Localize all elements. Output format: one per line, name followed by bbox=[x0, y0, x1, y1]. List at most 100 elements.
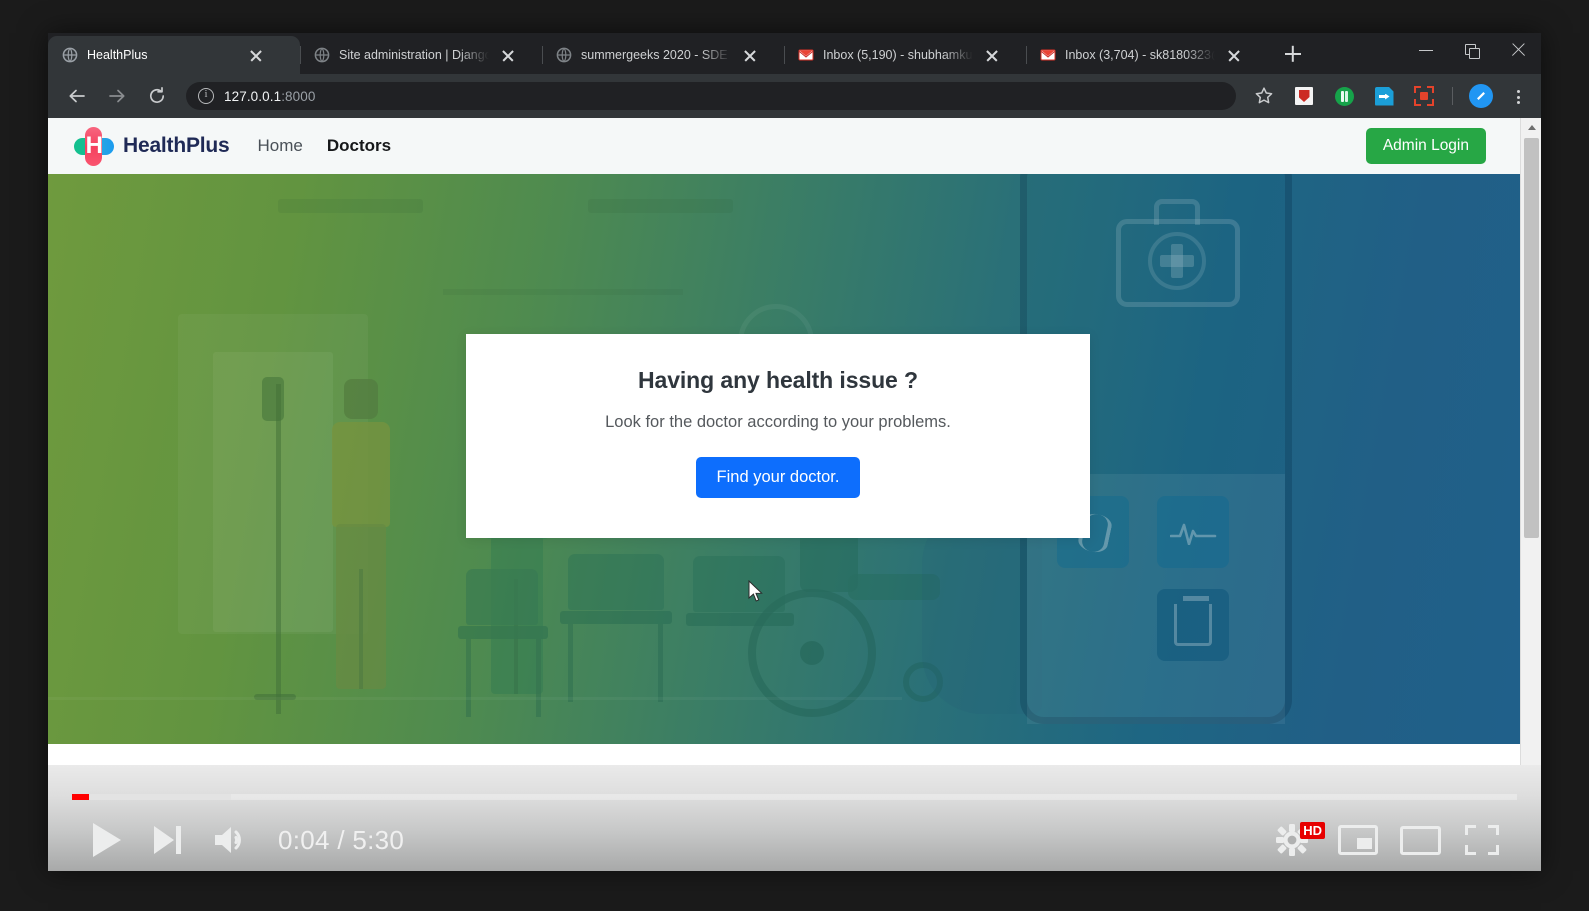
fullscreen-icon[interactable] bbox=[1451, 815, 1513, 865]
url-host: 127.0.0.1 bbox=[224, 88, 282, 104]
window-controls bbox=[1403, 33, 1541, 74]
tab-close-icon[interactable] bbox=[981, 44, 1003, 66]
video-buffered-bar bbox=[72, 794, 231, 800]
address-bar[interactable]: 127.0.0.1:8000 bbox=[186, 82, 1236, 110]
waiting-chair-leg bbox=[466, 639, 471, 717]
waiting-chair-leg bbox=[568, 624, 573, 702]
browser-tab-gmail-sk8180323[interactable]: Inbox (3,704) - sk8180323@ bbox=[1026, 36, 1268, 74]
theater-mode-icon[interactable] bbox=[1389, 815, 1451, 865]
blue-doc-extension-icon[interactable] bbox=[1369, 81, 1399, 111]
profile-avatar[interactable] bbox=[1466, 81, 1496, 111]
web-page-content: H HealthPlus Home Doctors Admin Login Ha… bbox=[48, 118, 1520, 871]
tab-title: Site administration | Django bbox=[339, 48, 489, 62]
player-left-controls: 0:04 / 5:30 bbox=[72, 815, 404, 865]
ublock-extension-icon[interactable] bbox=[1289, 81, 1319, 111]
tab-title: summergeeks 2020 - SDE A bbox=[581, 48, 731, 62]
video-progress-bar[interactable] bbox=[72, 794, 1517, 800]
close-window-button[interactable] bbox=[1495, 33, 1541, 67]
reload-icon[interactable] bbox=[142, 81, 172, 111]
microscope-icon bbox=[1173, 596, 1212, 646]
browser-toolbar: 127.0.0.1:8000 bbox=[48, 74, 1541, 118]
site-navbar: H HealthPlus Home Doctors Admin Login bbox=[48, 118, 1520, 174]
waiting-chair-back bbox=[568, 554, 664, 610]
tab-close-icon[interactable] bbox=[245, 44, 267, 66]
info-circle-icon[interactable] bbox=[198, 88, 214, 104]
waiting-chair-seat bbox=[560, 611, 672, 624]
back-icon[interactable] bbox=[62, 81, 92, 111]
browser-tab-gmail-shubhamku[interactable]: Inbox (5,190) - shubhamku bbox=[784, 36, 1026, 74]
wall-frame bbox=[443, 289, 683, 295]
tab-close-icon[interactable] bbox=[1223, 44, 1245, 66]
heartbeat-icon bbox=[1169, 519, 1218, 545]
nav-links: Home Doctors bbox=[258, 136, 416, 156]
gmail-icon bbox=[1040, 49, 1056, 61]
page-scrollbar[interactable] bbox=[1520, 118, 1541, 871]
admin-login-button[interactable]: Admin Login bbox=[1365, 128, 1486, 164]
chrome-menu-icon[interactable] bbox=[1505, 81, 1531, 111]
tab-title: HealthPlus bbox=[87, 48, 148, 62]
waiting-chair-back bbox=[466, 569, 538, 625]
desktop-background: HealthPlus Site administration | Django … bbox=[0, 0, 1589, 911]
scrollbar-thumb[interactable] bbox=[1524, 138, 1539, 538]
new-tab-button[interactable] bbox=[1276, 37, 1310, 71]
browser-tab-summergeeks[interactable]: summergeeks 2020 - SDE A bbox=[542, 36, 784, 74]
video-player-controls: 0:04 / 5:30 HD bbox=[48, 765, 1541, 871]
quality-badge: HD bbox=[1300, 822, 1325, 839]
restore-icon-front bbox=[1468, 47, 1480, 59]
url-text: 127.0.0.1:8000 bbox=[224, 89, 316, 104]
iv-stand-pole bbox=[276, 384, 281, 714]
onepassword-extension-icon[interactable] bbox=[1329, 81, 1359, 111]
toolbar-divider bbox=[1452, 87, 1453, 105]
patient-leg-split bbox=[359, 569, 363, 689]
browser-tab-healthplus[interactable]: HealthPlus bbox=[48, 36, 300, 74]
tab-strip: HealthPlus Site administration | Django … bbox=[48, 33, 1541, 74]
bookmark-star-icon[interactable] bbox=[1249, 81, 1279, 111]
miniplayer-icon[interactable] bbox=[1327, 815, 1389, 865]
tab-close-icon[interactable] bbox=[739, 44, 761, 66]
chrome-browser-window: HealthPlus Site administration | Django … bbox=[48, 33, 1541, 871]
nav-link-doctors[interactable]: Doctors bbox=[327, 136, 391, 156]
hero-banner: Having any health issue ? Look for the d… bbox=[48, 174, 1520, 744]
globe-icon bbox=[314, 47, 330, 63]
tab-title: Inbox (3,704) - sk8180323@ bbox=[1065, 48, 1215, 62]
url-port: :8000 bbox=[281, 88, 316, 104]
tab-close-icon[interactable] bbox=[497, 44, 519, 66]
browser-tab-django-admin[interactable]: Site administration | Django bbox=[300, 36, 542, 74]
logo-letter: H bbox=[85, 132, 103, 159]
waiting-chair-leg bbox=[536, 639, 541, 717]
wall-frame bbox=[588, 199, 733, 213]
healthplus-cross-logo: H bbox=[72, 124, 116, 168]
card-title: Having any health issue ? bbox=[638, 367, 918, 393]
tab-title: Inbox (5,190) - shubhamku bbox=[823, 48, 973, 62]
screen-capture-extension-icon[interactable] bbox=[1409, 81, 1439, 111]
brand-name: HealthPlus bbox=[123, 134, 230, 157]
forward-icon[interactable] bbox=[102, 81, 132, 111]
globe-icon bbox=[62, 47, 78, 63]
toolbar-icons bbox=[1244, 81, 1531, 111]
volume-icon[interactable] bbox=[200, 815, 266, 865]
health-issue-card: Having any health issue ? Look for the d… bbox=[466, 334, 1090, 538]
play-icon[interactable] bbox=[72, 815, 134, 865]
find-your-doctor-button[interactable]: Find your doctor. bbox=[695, 457, 861, 498]
waiting-chair-seat bbox=[458, 626, 548, 639]
video-time-display: 0:04 / 5:30 bbox=[278, 824, 405, 855]
settings-gear-icon[interactable]: HD bbox=[1257, 815, 1327, 865]
gmail-icon bbox=[798, 49, 814, 61]
player-right-controls: HD bbox=[1257, 815, 1513, 865]
next-video-icon[interactable] bbox=[134, 815, 200, 865]
maximize-window-button[interactable] bbox=[1449, 33, 1495, 67]
patient-head bbox=[344, 379, 378, 419]
globe-icon bbox=[556, 47, 572, 63]
page-viewport: H HealthPlus Home Doctors Admin Login Ha… bbox=[48, 118, 1541, 871]
floor-line bbox=[48, 697, 902, 700]
waiting-chair-leg bbox=[658, 624, 663, 702]
scroll-up-arrow[interactable] bbox=[1521, 118, 1541, 136]
wall-frame bbox=[278, 199, 423, 213]
video-played-bar bbox=[72, 794, 90, 800]
minimize-window-button[interactable] bbox=[1403, 33, 1449, 67]
wheelchair-hub bbox=[800, 641, 824, 665]
medical-cross-icon bbox=[1159, 255, 1194, 267]
nav-link-home[interactable]: Home bbox=[258, 136, 303, 156]
patient-torso bbox=[332, 422, 390, 527]
brand-block[interactable]: H HealthPlus bbox=[72, 124, 230, 168]
